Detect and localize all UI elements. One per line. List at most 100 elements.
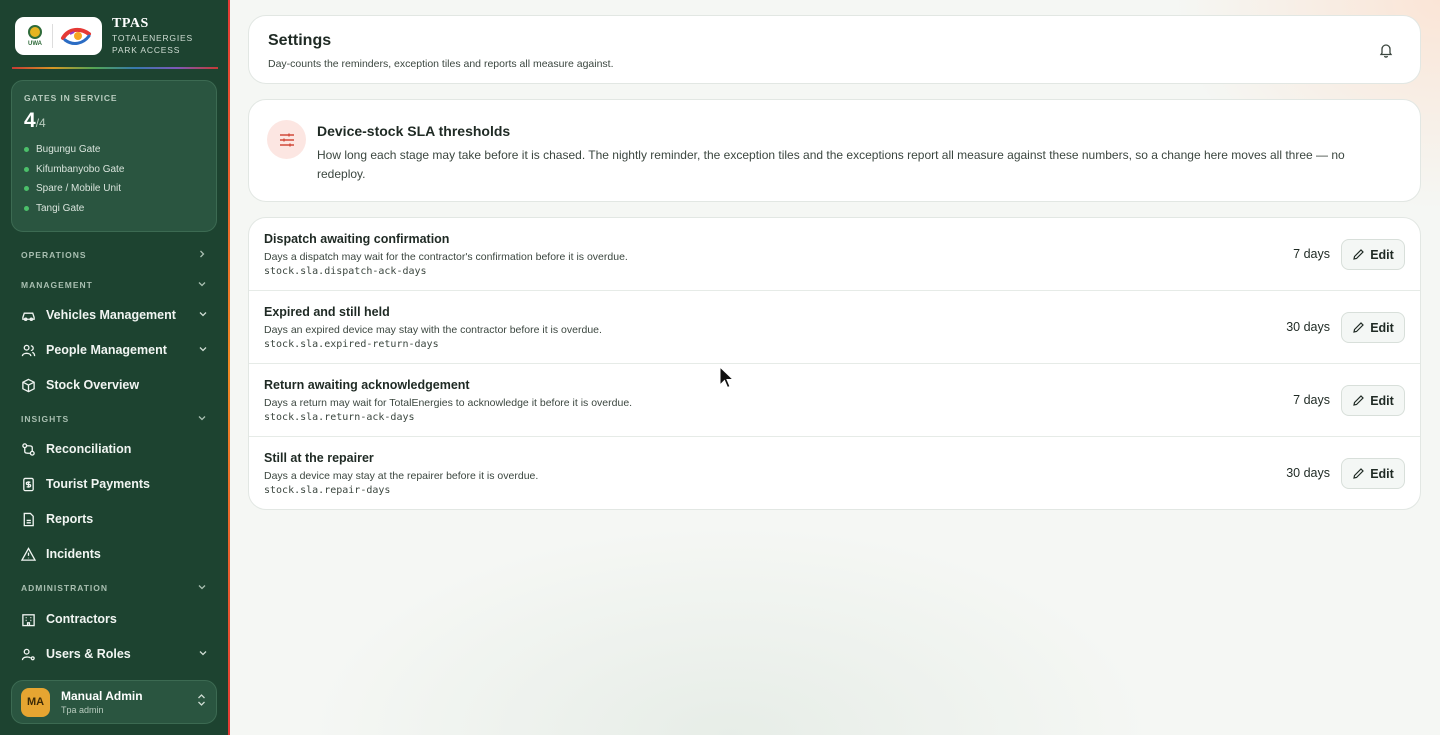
app-title: TPAS bbox=[112, 16, 149, 31]
chevron-right-icon bbox=[197, 249, 207, 261]
nav-section-label: MANAGEMENT bbox=[21, 280, 93, 290]
nav-section-operations[interactable]: OPERATIONS bbox=[21, 248, 207, 262]
brand[interactable]: UWA TPAS TOTALENERGIES PARK ACCESS bbox=[15, 16, 193, 56]
setting-key: stock.sla.return-ack-days bbox=[264, 412, 415, 423]
setting-description: Days a device may stay at the repairer b… bbox=[264, 470, 539, 482]
gates-in-service-card: GATES IN SERVICE 4/4 Bugungu Gate Kifumb… bbox=[11, 80, 217, 232]
sidebar-item-label: Stock Overview bbox=[46, 378, 140, 392]
building-icon bbox=[20, 611, 36, 627]
uwa-logo-text: UWA bbox=[28, 41, 42, 47]
setting-value: 30 days bbox=[1286, 320, 1330, 334]
edit-button[interactable]: Edit bbox=[1341, 312, 1405, 343]
gate-name: Spare / Mobile Unit bbox=[36, 183, 122, 195]
mouse-cursor-icon bbox=[719, 366, 735, 389]
setting-title: Still at the repairer bbox=[264, 451, 374, 465]
file-icon bbox=[20, 511, 36, 527]
gates-count-total: /4 bbox=[35, 116, 46, 130]
car-icon bbox=[20, 307, 36, 323]
avatar: MA bbox=[21, 687, 50, 717]
box-icon bbox=[20, 377, 36, 393]
user-name: Manual Admin bbox=[61, 689, 143, 703]
sidebar-item-stock-overview[interactable]: Stock Overview bbox=[20, 374, 208, 396]
brand-divider bbox=[12, 67, 218, 69]
setting-key: stock.sla.expired-return-days bbox=[264, 339, 439, 350]
status-dot bbox=[24, 147, 29, 153]
gates-count: 4/4 bbox=[24, 109, 204, 133]
user-menu[interactable]: MA Manual Admin Tpa admin bbox=[11, 680, 217, 724]
gate-name: Bugungu Gate bbox=[36, 144, 101, 156]
chevron-down-icon bbox=[197, 279, 207, 291]
setting-row: Dispatch awaiting confirmation Days a di… bbox=[249, 218, 1420, 291]
gate-name: Kifumbanyobo Gate bbox=[36, 163, 125, 175]
nav-section-insights[interactable]: INSIGHTS bbox=[21, 412, 207, 426]
sidebar-item-label: Vehicles Management bbox=[46, 308, 176, 322]
edit-button[interactable]: Edit bbox=[1341, 239, 1405, 270]
page-subtitle: Day-counts the reminders, exception tile… bbox=[268, 58, 614, 70]
setting-key: stock.sla.dispatch-ack-days bbox=[264, 266, 427, 277]
gate-name: Tangi Gate bbox=[36, 202, 85, 214]
users-icon bbox=[20, 342, 36, 358]
sidebar: UWA TPAS TOTALENERGIES PARK ACCESS GATES… bbox=[0, 0, 228, 735]
app-subtitle-line1: TOTALENERGIES bbox=[112, 33, 193, 43]
totalenergies-logo bbox=[61, 27, 91, 45]
chevron-down-icon bbox=[198, 343, 208, 357]
nav-section-management[interactable]: MANAGEMENT bbox=[21, 278, 207, 292]
setting-value: 30 days bbox=[1286, 466, 1330, 480]
edit-button-label: Edit bbox=[1370, 466, 1394, 481]
sidebar-item-label: Contractors bbox=[46, 612, 117, 626]
setting-key: stock.sla.repair-days bbox=[264, 485, 391, 496]
gate-list: Bugungu Gate Kifumbanyobo Gate Spare / M… bbox=[24, 140, 204, 218]
nav-section-administration[interactable]: ADMINISTRATION bbox=[21, 581, 207, 595]
receipt-icon bbox=[20, 476, 36, 492]
gate-item: Kifumbanyobo Gate bbox=[24, 160, 204, 180]
setting-row: Return awaiting acknowledgement Days a r… bbox=[249, 364, 1420, 437]
sidebar-item-incidents[interactable]: Incidents bbox=[20, 543, 208, 565]
sidebar-item-reconciliation[interactable]: Reconciliation bbox=[20, 438, 208, 460]
chevron-down-icon bbox=[197, 413, 207, 425]
section-title: Device-stock SLA thresholds bbox=[317, 123, 511, 139]
app-subtitle-line2: PARK ACCESS bbox=[112, 45, 181, 55]
sidebar-item-people-management[interactable]: People Management bbox=[20, 339, 208, 361]
edit-button-label: Edit bbox=[1370, 320, 1394, 335]
sla-info-card: Device-stock SLA thresholds How long eac… bbox=[248, 99, 1421, 202]
setting-title: Return awaiting acknowledgement bbox=[264, 378, 470, 392]
setting-value: 7 days bbox=[1293, 393, 1330, 407]
sidebar-item-users-roles[interactable]: Users & Roles bbox=[20, 643, 208, 665]
setting-title: Dispatch awaiting confirmation bbox=[264, 232, 450, 246]
logo-divider bbox=[52, 24, 53, 48]
setting-description: Days a dispatch may wait for the contrac… bbox=[264, 251, 628, 263]
brand-logos: UWA bbox=[15, 17, 102, 55]
setting-row: Still at the repairer Days a device may … bbox=[249, 437, 1420, 509]
sla-settings-list: Dispatch awaiting confirmation Days a di… bbox=[248, 217, 1421, 510]
sidebar-item-contractors[interactable]: Contractors bbox=[20, 608, 208, 630]
sliders-icon bbox=[267, 120, 306, 159]
status-dot bbox=[24, 205, 29, 211]
warning-icon bbox=[20, 546, 36, 562]
page-header: Settings Day-counts the reminders, excep… bbox=[248, 15, 1421, 84]
gate-item: Spare / Mobile Unit bbox=[24, 179, 204, 199]
bell-icon[interactable] bbox=[1378, 42, 1394, 58]
gate-item: Tangi Gate bbox=[24, 199, 204, 219]
sidebar-item-vehicles-management[interactable]: Vehicles Management bbox=[20, 304, 208, 326]
pencil-icon bbox=[1353, 249, 1365, 260]
reconcile-icon bbox=[20, 441, 36, 457]
gates-count-value: 4 bbox=[24, 109, 36, 132]
status-dot bbox=[24, 186, 29, 192]
uwa-logo: UWA bbox=[24, 21, 46, 51]
edit-button-label: Edit bbox=[1370, 247, 1394, 262]
edit-button[interactable]: Edit bbox=[1341, 458, 1405, 489]
status-dot bbox=[24, 166, 29, 172]
setting-description: Days an expired device may stay with the… bbox=[264, 324, 602, 336]
gate-item: Bugungu Gate bbox=[24, 140, 204, 160]
chevrons-up-down-icon bbox=[196, 693, 207, 712]
pencil-icon bbox=[1353, 395, 1365, 406]
gates-label: GATES IN SERVICE bbox=[24, 93, 118, 103]
sidebar-item-label: Tourist Payments bbox=[46, 477, 150, 491]
sidebar-item-label: Reconciliation bbox=[46, 442, 132, 456]
edit-button[interactable]: Edit bbox=[1341, 385, 1405, 416]
chevron-down-icon bbox=[197, 582, 207, 594]
sidebar-item-reports[interactable]: Reports bbox=[20, 508, 208, 530]
setting-description: Days a return may wait for TotalEnergies… bbox=[264, 397, 633, 409]
user-key-icon bbox=[20, 646, 36, 662]
sidebar-item-tourist-payments[interactable]: Tourist Payments bbox=[20, 473, 208, 495]
